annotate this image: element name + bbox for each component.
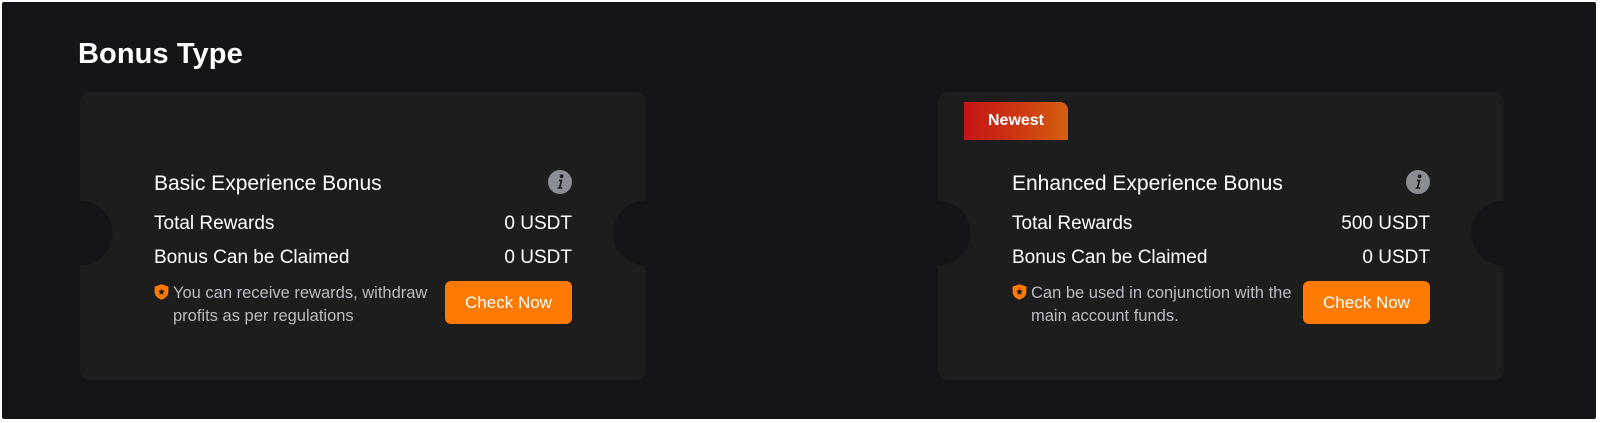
bonus-type-panel: Bonus Type Basic Experience Bonus Total … (2, 2, 1596, 419)
row-label: Bonus Can be Claimed (154, 247, 350, 268)
total-rewards-row: Total Rewards 500 USDT (1012, 213, 1430, 237)
row-value: 500 USDT (1341, 213, 1430, 234)
claimable-bonus-row: Bonus Can be Claimed 0 USDT (154, 247, 572, 271)
bonus-note: Can be used in conjunction with the main… (1012, 282, 1302, 328)
note-text: You can receive rewards, withdraw profit… (173, 284, 428, 325)
row-value: 0 USDT (504, 213, 572, 234)
info-icon[interactable] (1406, 170, 1430, 194)
enhanced-bonus-card: Newest Enhanced Experience Bonus Total R… (938, 92, 1504, 380)
note-text: Can be used in conjunction with the main… (1031, 284, 1292, 325)
section-title: Bonus Type (78, 38, 243, 70)
row-label: Bonus Can be Claimed (1012, 247, 1208, 268)
bonus-note: You can receive rewards, withdraw profit… (154, 282, 444, 328)
row-value: 0 USDT (504, 247, 572, 268)
shield-icon (154, 284, 169, 300)
row-label: Total Rewards (1012, 213, 1133, 234)
info-icon[interactable] (548, 170, 572, 194)
total-rewards-row: Total Rewards 0 USDT (154, 213, 572, 237)
row-label: Total Rewards (154, 213, 275, 234)
claimable-bonus-row: Bonus Can be Claimed 0 USDT (1012, 247, 1430, 271)
check-now-button[interactable]: Check Now (1303, 281, 1430, 324)
newest-badge: Newest (964, 102, 1068, 140)
basic-bonus-card: Basic Experience Bonus Total Rewards 0 U… (80, 92, 646, 380)
card-title: Enhanced Experience Bonus (1012, 172, 1283, 195)
shield-icon (1012, 284, 1027, 300)
check-now-button[interactable]: Check Now (445, 281, 572, 324)
row-value: 0 USDT (1362, 247, 1430, 268)
card-title: Basic Experience Bonus (154, 172, 382, 195)
